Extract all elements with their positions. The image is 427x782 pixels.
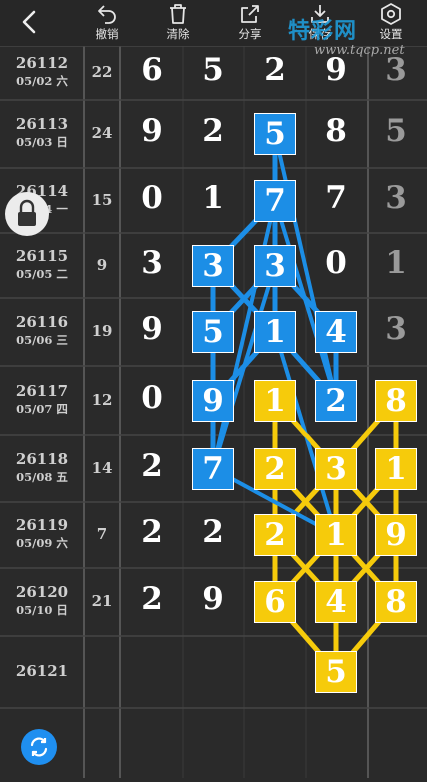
trash-icon [170,4,186,24]
digit-cell[interactable]: 2 [122,448,182,484]
issue-cell: 26119 05/09 六 [0,516,84,551]
highlighted-digit-yellow[interactable]: 8 [375,379,417,422]
digit-cell[interactable]: 1 [366,245,426,281]
issue-number: 26112 [15,54,69,72]
lottery-trend-grid[interactable]: 26112 05/02 六 22 6 5 2 9 3 26113 05/03 日 24 9 2 5 8 5 26… [0,0,427,778]
digit-cell[interactable]: 9 [122,311,182,347]
highlighted-digit-blue[interactable]: 5 [192,311,234,353]
highlighted-digit-blue[interactable]: 2 [315,379,357,422]
share-button[interactable]: 分享 [220,0,280,46]
highlighted-digit-blue[interactable]: 7 [254,179,296,222]
sum-value: 12 [91,390,113,409]
highlighted-digit-yellow[interactable]: 2 [254,447,296,490]
connection-line [273,199,338,402]
clear-label: 清除 [166,27,190,41]
digit-cell[interactable]: 2 [122,581,182,617]
issue-cell: 26112 05/02 六 [0,54,84,89]
issue-date: 05/09 六 [16,536,68,550]
issue-date: 05/02 六 [16,74,68,88]
highlighted-digit-blue[interactable]: 3 [192,244,234,287]
undo-button[interactable]: 撤销 [77,0,137,46]
digit-cell[interactable]: 2 [183,514,243,550]
digit-cell[interactable]: 5 [183,52,243,88]
issue-number: 26113 [15,115,69,133]
watermark-title: 特彩网 [288,19,358,44]
issue-number: 26117 [15,381,69,400]
highlighted-digit-yellow[interactable]: 1 [315,514,357,556]
issue-date: 05/07 四 [16,401,68,416]
issue-cell: 26118 05/08 五 [0,450,84,485]
chevron-left-icon [22,10,36,34]
issue-number: 26119 [15,516,69,534]
issue-date: 05/10 日 [16,603,68,617]
watermark-url: www.tqcp.net [314,43,405,58]
digit-cell[interactable]: 5 [366,113,426,149]
undo-label: 撤销 [95,27,119,41]
refresh-button[interactable] [21,729,57,765]
share-label: 分享 [238,27,262,41]
sum-value: 21 [91,592,113,610]
issue-number: 26115 [15,246,69,265]
issue-number: 26116 [15,313,69,331]
issue-date: 05/03 日 [16,135,68,149]
back-button[interactable] [14,6,46,38]
sum-value: 15 [91,190,113,209]
issue-date: 05/08 五 [16,469,68,484]
highlighted-digit-yellow[interactable]: 6 [254,581,296,623]
digit-cell[interactable]: 0 [122,180,182,216]
highlighted-digit-yellow[interactable]: 1 [254,379,296,422]
digit-cell[interactable]: 1 [183,180,243,216]
digit-cell[interactable]: 9 [183,581,243,617]
highlighted-digit-blue[interactable]: 9 [192,379,234,422]
digit-cell[interactable]: 0 [306,245,366,281]
lock-button[interactable] [5,192,49,236]
digit-cell[interactable]: 8 [306,113,366,149]
issue-cell: 26117 05/07 四 [0,382,84,417]
highlighted-digit-yellow[interactable]: 4 [315,581,357,623]
sum-value: 9 [96,255,108,274]
issue-cell: 26121 [0,662,84,680]
highlighted-digit-yellow[interactable]: 9 [375,514,417,556]
highlighted-digit-blue[interactable]: 1 [254,311,296,353]
digit-cell[interactable]: 3 [122,245,182,281]
highlighted-digit-yellow[interactable]: 1 [375,447,417,490]
highlighted-digit-blue[interactable]: 3 [254,244,296,287]
sum-value: 22 [91,63,113,81]
site-watermark: 特彩网 www.tqcp.net [282,10,427,60]
highlighted-digit-yellow[interactable]: 3 [315,447,357,490]
issue-number: 26118 [15,449,69,468]
digit-cell[interactable]: 3 [366,311,426,347]
highlighted-digit-yellow[interactable]: 5 [315,651,357,693]
issue-cell: 26115 05/05 二 [0,247,84,282]
sum-value: 19 [91,322,113,340]
highlighted-digit-blue[interactable]: 7 [192,447,234,490]
digit-cell[interactable]: 6 [122,52,182,88]
issue-cell: 26116 05/06 三 [0,313,84,348]
digit-cell[interactable]: 9 [122,113,182,149]
highlighted-digit-blue[interactable]: 4 [315,311,357,353]
sum-value: 24 [91,124,113,142]
share-icon [241,5,259,23]
undo-icon [98,5,116,24]
digit-cell[interactable]: 2 [122,514,182,550]
sum-value: 7 [96,525,108,543]
digit-cell[interactable]: 7 [306,180,366,216]
digit-cell[interactable]: 2 [183,113,243,149]
issue-number: 26120 [15,583,69,601]
lock-icon [18,199,36,226]
highlighted-digit-blue[interactable]: 5 [254,113,296,155]
clear-button[interactable]: 清除 [148,0,208,46]
highlighted-digit-yellow[interactable]: 8 [375,581,417,623]
issue-cell: 26120 05/10 日 [0,583,84,618]
refresh-icon [30,737,48,757]
issue-number: 26121 [15,662,69,680]
highlighted-digit-yellow[interactable]: 2 [254,514,296,556]
digit-cell[interactable]: 0 [122,380,182,416]
sum-value: 14 [91,458,113,477]
issue-date: 05/05 二 [16,266,68,281]
issue-cell: 26113 05/03 日 [0,115,84,150]
digit-cell[interactable]: 3 [366,180,426,216]
issue-date: 05/06 三 [16,333,68,347]
